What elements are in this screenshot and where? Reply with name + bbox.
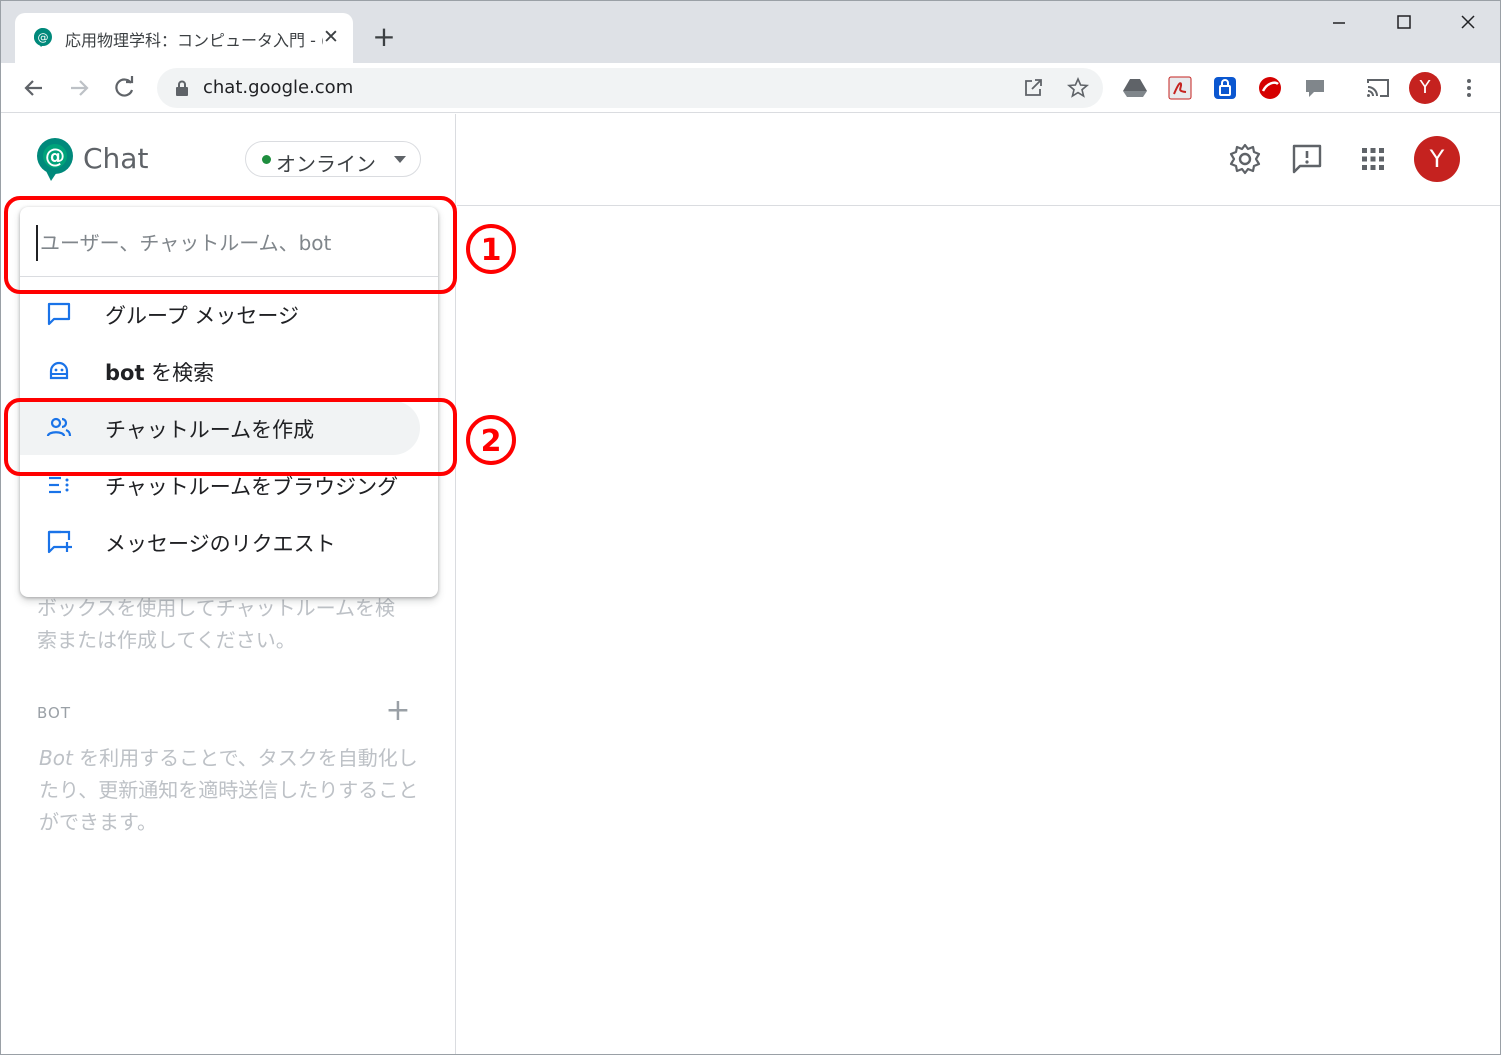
new-tab-button[interactable]: +	[371, 23, 397, 51]
cast-icon[interactable]	[1365, 75, 1391, 101]
annotation-number-1: 1	[466, 224, 516, 274]
status-label: オンライン	[276, 152, 376, 176]
chat-logo-icon: @	[37, 138, 73, 181]
bot-desc-text: を利用することで、タスクを自動化したり、更新通知を適時送信したりすることができま…	[39, 746, 419, 834]
menu-label: bot を検索	[105, 357, 214, 387]
menu-item-group-message[interactable]: グループ メッセージ	[20, 287, 420, 341]
pdf-extension-icon[interactable]	[1167, 75, 1193, 101]
status-dropdown[interactable]: オンライン	[245, 141, 421, 177]
app-name: Chat	[83, 142, 149, 175]
password-extension-icon[interactable]	[1212, 75, 1238, 101]
profile-avatar[interactable]: Y	[1409, 72, 1441, 104]
browser-toolbar: chat.google.com Y	[1, 63, 1500, 113]
user-avatar[interactable]: Y	[1414, 136, 1460, 182]
chat-bubble-icon	[47, 302, 71, 326]
bot-desc-italic: Bot	[39, 746, 73, 770]
bot-heading: BOT	[37, 704, 71, 722]
more-vert-icon[interactable]	[1457, 75, 1481, 101]
settings-gear-icon[interactable]	[1228, 142, 1262, 176]
svg-text:1: 1	[481, 233, 502, 268]
menu-item-find-bot[interactable]: bot を検索	[20, 344, 420, 398]
url-text: chat.google.com	[203, 77, 354, 98]
svg-text:2: 2	[481, 424, 502, 459]
bot-icon	[49, 361, 69, 380]
svg-text:@: @	[45, 144, 65, 168]
annotation-box-1	[4, 196, 457, 294]
main-panel: Y	[457, 114, 1500, 1054]
message-add-icon	[47, 530, 72, 554]
online-dot-icon	[262, 155, 271, 164]
minimize-icon[interactable]	[1319, 9, 1359, 37]
open-in-new-icon[interactable]	[1021, 76, 1045, 100]
menu-label: グループ メッセージ	[105, 304, 299, 328]
back-arrow-icon[interactable]	[17, 71, 51, 105]
rooms-hint-line2: 索または作成してください。	[37, 628, 296, 652]
security-extension-icon[interactable]	[1257, 75, 1283, 101]
bookmark-star-icon[interactable]	[1066, 76, 1090, 100]
annotation-box-2	[4, 398, 457, 476]
forward-arrow-icon[interactable]	[62, 71, 96, 105]
tab-title: 応用物理学科：コンピュータ入門 - (	[65, 31, 323, 50]
drive-extension-icon[interactable]	[1122, 75, 1148, 101]
browser-tab[interactable]: @ 応用物理学科：コンピュータ入門 - ( ✕	[15, 13, 353, 63]
bot-description: Bot を利用することで、タスクを自動化したり、更新通知を適時送信したりすること…	[39, 742, 429, 838]
window-close-icon[interactable]	[1448, 9, 1488, 37]
main-header: Y	[457, 114, 1500, 206]
menu-label: メッセージのリクエスト	[105, 532, 336, 556]
apps-grid-icon[interactable]	[1356, 142, 1390, 176]
reload-icon[interactable]	[107, 71, 141, 105]
menu-label-rest: を検索	[144, 361, 215, 385]
browser-window: @ 応用物理学科：コンピュータ入門 - ( ✕ + chat.google.co…	[0, 0, 1501, 1055]
lock-icon	[176, 80, 188, 96]
svg-text:@: @	[38, 31, 49, 44]
maximize-icon[interactable]	[1384, 9, 1424, 37]
chat-extension-icon[interactable]	[1302, 75, 1328, 101]
chat-favicon-icon: @	[34, 28, 52, 47]
caret-down-icon	[394, 156, 406, 163]
menu-item-message-requests[interactable]: メッセージのリクエスト	[20, 515, 420, 569]
add-bot-button[interactable]: +	[385, 696, 411, 726]
address-bar[interactable]: chat.google.com	[157, 68, 1103, 108]
title-bar: @ 応用物理学科：コンピュータ入門 - ( ✕ +	[1, 1, 1500, 63]
menu-label-bold: bot	[105, 361, 145, 385]
tab-close-icon[interactable]: ✕	[319, 25, 343, 49]
annotation-number-2: 2	[466, 415, 516, 465]
feedback-icon[interactable]	[1290, 142, 1324, 176]
